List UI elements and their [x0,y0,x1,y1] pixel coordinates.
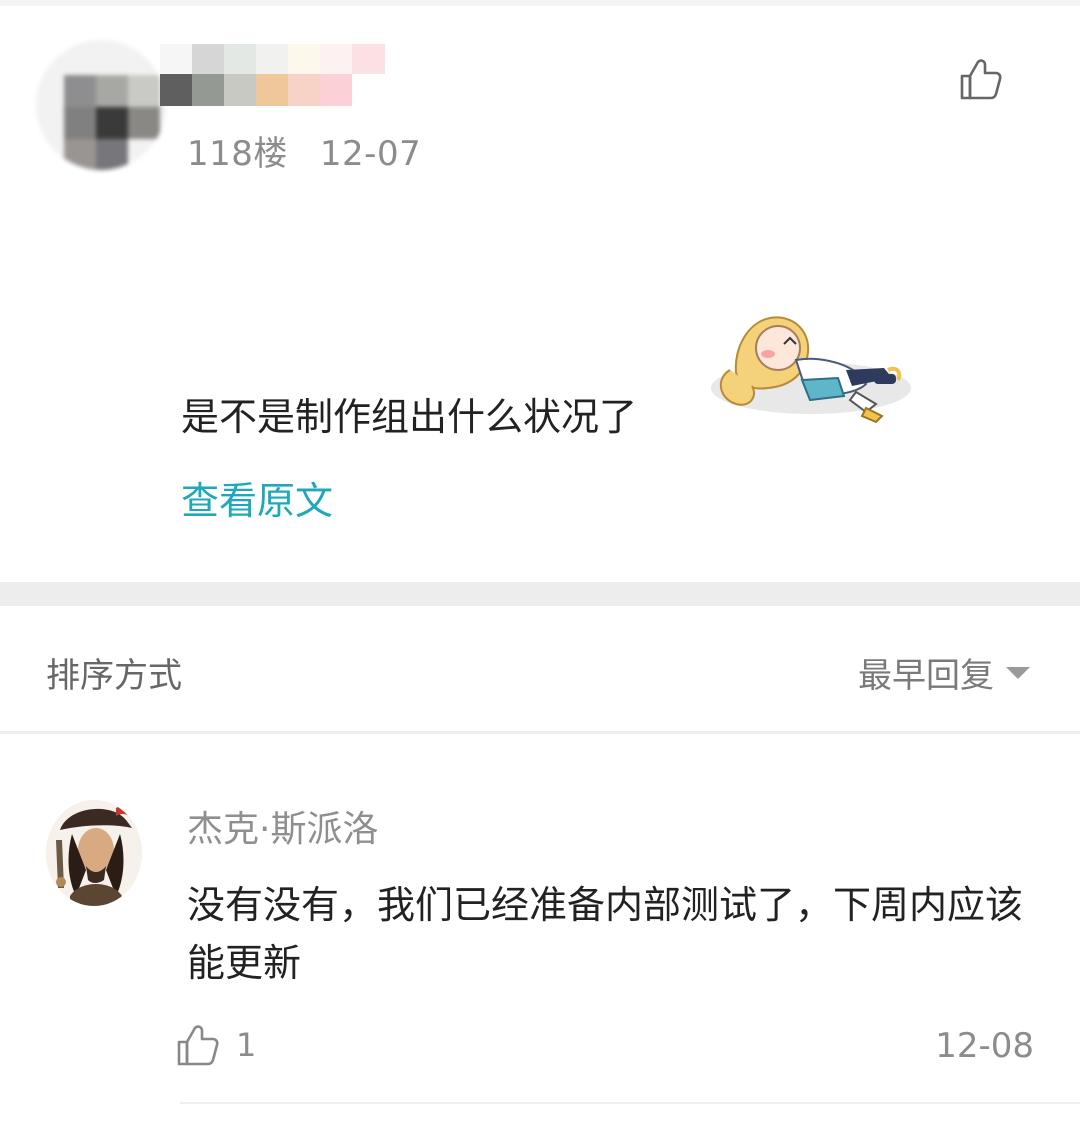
avatar[interactable] [36,40,166,170]
reply-avatar[interactable] [46,800,142,906]
floor-number: 118楼 [187,134,288,174]
sort-dropdown[interactable]: 最早回复 [858,648,1030,697]
reply-content: 没有没有，我们已经准备内部测试了，下周内应该能更新 [187,883,1024,985]
sort-label: 排序方式 [46,656,182,696]
post-meta: 118楼 12-07 [187,126,421,175]
reply-author[interactable]: 杰克·斯派洛 [187,800,378,852]
anime-girl-sticker [706,300,916,430]
thumbs-up-icon[interactable] [175,1022,221,1068]
sort-divider [0,731,1080,734]
top-divider [0,0,1080,6]
reply-like-count: 1 [236,1026,257,1064]
post-content: 是不是制作组出什么状况了 [181,395,638,439]
section-separator [0,582,1080,606]
view-original-link[interactable]: 查看原文 [181,470,333,525]
thumbs-up-icon[interactable] [958,56,1004,102]
reply-divider [180,1102,1080,1104]
caret-down-icon [1006,666,1030,679]
reply-date: 12-08 [935,1026,1034,1066]
sort-selected-value: 最早回复 [858,656,994,696]
post-date: 12-07 [319,134,422,174]
username-blurred[interactable] [160,44,385,106]
